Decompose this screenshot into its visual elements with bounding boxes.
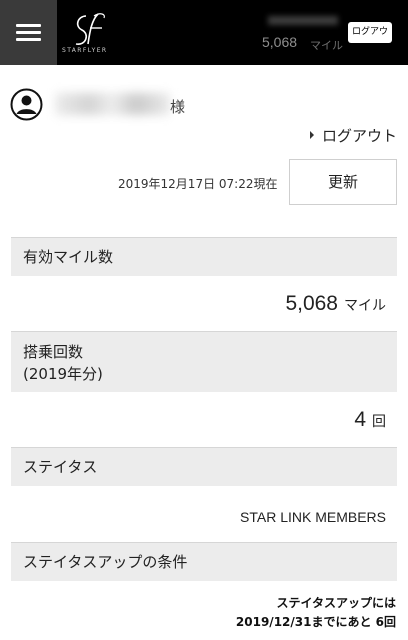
header-logout-button[interactable]: ログアウト xyxy=(348,22,392,58)
boarding-unit: 回 xyxy=(372,414,386,430)
miles-unit: マイル xyxy=(344,298,386,314)
app-header: STARFLYER 5,068 マイル ログアウト xyxy=(0,0,408,65)
section-header-miles: 有効マイル数 xyxy=(11,238,397,276)
logo-text: STARFLYER xyxy=(62,47,108,54)
section-header-status-up: ステイタスアップの条件 xyxy=(11,543,397,581)
header-miles-unit: マイル xyxy=(310,39,343,52)
logout-link[interactable]: ログアウト xyxy=(309,125,397,146)
refresh-button[interactable]: 更新 xyxy=(289,159,397,205)
header-miles-value: 5,068 xyxy=(262,34,298,50)
logout-link-label: ログアウト xyxy=(321,127,397,145)
status-up-line2: 2019/12/31までにあと 6回 xyxy=(235,615,396,629)
status-up-condition: ステイタスアップには 2019/12/31までにあと 6回 xyxy=(236,594,396,632)
section-header-status: ステイタス xyxy=(11,448,397,486)
hamburger-menu-button[interactable] xyxy=(0,0,57,65)
boarding-label: 搭乗回数 xyxy=(23,343,84,361)
caret-right-icon xyxy=(309,131,314,139)
menu-line-icon xyxy=(16,24,41,27)
section-header-boarding: 搭乗回数 (2019年分) xyxy=(11,332,397,392)
status-value: STAR LINK MEMBERS xyxy=(240,509,386,525)
boarding-value: 4回 xyxy=(354,408,386,432)
menu-line-icon xyxy=(16,38,41,41)
miles-value: 5,068 マイル xyxy=(285,292,386,316)
blurred-user-name xyxy=(55,93,170,115)
menu-line-icon xyxy=(16,31,41,34)
miles-number: 5,068 xyxy=(285,292,338,315)
boarding-period: (2019年分) xyxy=(23,365,103,383)
user-avatar-icon xyxy=(10,88,43,121)
status-up-line1: ステイタスアップには xyxy=(276,596,396,610)
boarding-number: 4 xyxy=(354,408,366,431)
user-honorific: 様 xyxy=(170,98,186,116)
update-timestamp: 2019年12月17日 07:22現在 xyxy=(118,177,278,191)
user-info: 様 xyxy=(10,88,400,122)
